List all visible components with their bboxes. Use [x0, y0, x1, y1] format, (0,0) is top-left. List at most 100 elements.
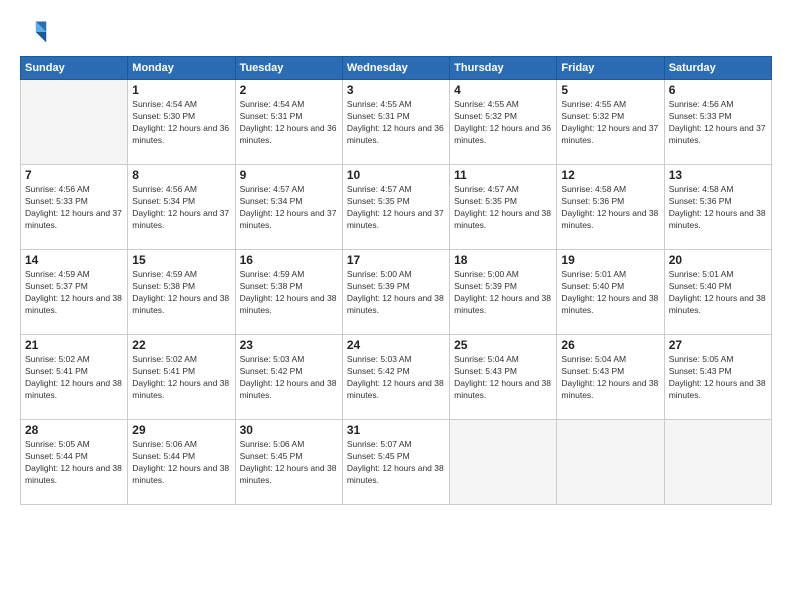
- calendar-cell: 19 Sunrise: 5:01 AMSunset: 5:40 PMDayligh…: [557, 250, 664, 335]
- calendar-cell: 2 Sunrise: 4:54 AMSunset: 5:31 PMDaylight…: [235, 80, 342, 165]
- day-info: Sunrise: 5:06 AMSunset: 5:44 PMDaylight:…: [132, 439, 230, 487]
- day-info: Sunrise: 5:07 AMSunset: 5:45 PMDaylight:…: [347, 439, 445, 487]
- calendar-cell: [21, 80, 128, 165]
- day-number: 14: [25, 253, 123, 267]
- day-number: 3: [347, 83, 445, 97]
- day-number: 25: [454, 338, 552, 352]
- day-number: 10: [347, 168, 445, 182]
- day-info: Sunrise: 4:56 AMSunset: 5:34 PMDaylight:…: [132, 184, 230, 232]
- day-number: 9: [240, 168, 338, 182]
- day-number: 26: [561, 338, 659, 352]
- calendar-cell: 23 Sunrise: 5:03 AMSunset: 5:42 PMDayligh…: [235, 335, 342, 420]
- page: SundayMondayTuesdayWednesdayThursdayFrid…: [0, 0, 792, 612]
- calendar-cell: 29 Sunrise: 5:06 AMSunset: 5:44 PMDayligh…: [128, 420, 235, 505]
- day-number: 13: [669, 168, 767, 182]
- day-number: 5: [561, 83, 659, 97]
- calendar-cell: 11 Sunrise: 4:57 AMSunset: 5:35 PMDayligh…: [450, 165, 557, 250]
- week-row-4: 21 Sunrise: 5:02 AMSunset: 5:41 PMDayligh…: [21, 335, 772, 420]
- day-number: 6: [669, 83, 767, 97]
- day-info: Sunrise: 4:55 AMSunset: 5:32 PMDaylight:…: [454, 99, 552, 147]
- day-info: Sunrise: 5:05 AMSunset: 5:43 PMDaylight:…: [669, 354, 767, 402]
- day-number: 27: [669, 338, 767, 352]
- day-info: Sunrise: 4:54 AMSunset: 5:31 PMDaylight:…: [240, 99, 338, 147]
- day-info: Sunrise: 5:02 AMSunset: 5:41 PMDaylight:…: [132, 354, 230, 402]
- day-info: Sunrise: 4:59 AMSunset: 5:38 PMDaylight:…: [132, 269, 230, 317]
- day-info: Sunrise: 5:05 AMSunset: 5:44 PMDaylight:…: [25, 439, 123, 487]
- calendar-cell: 17 Sunrise: 5:00 AMSunset: 5:39 PMDayligh…: [342, 250, 449, 335]
- calendar-cell: 18Sunrise: 5:00 AMSunset: 5:39 PMDayligh…: [450, 250, 557, 335]
- day-number: 22: [132, 338, 230, 352]
- weekday-header-saturday: Saturday: [664, 57, 771, 80]
- header: [20, 18, 772, 46]
- weekday-header-thursday: Thursday: [450, 57, 557, 80]
- day-info: Sunrise: 4:58 AMSunset: 5:36 PMDaylight:…: [669, 184, 767, 232]
- day-number: 24: [347, 338, 445, 352]
- day-info: Sunrise: 5:04 AMSunset: 5:43 PMDaylight:…: [561, 354, 659, 402]
- calendar-cell: 20Sunrise: 5:01 AMSunset: 5:40 PMDayligh…: [664, 250, 771, 335]
- calendar-cell: 25 Sunrise: 5:04 AMSunset: 5:43 PMDayligh…: [450, 335, 557, 420]
- day-number: 21: [25, 338, 123, 352]
- calendar-cell: [557, 420, 664, 505]
- day-number: 31: [347, 423, 445, 437]
- day-number: 11: [454, 168, 552, 182]
- day-info: Sunrise: 5:01 AMSunset: 5:40 PMDaylight:…: [561, 269, 659, 317]
- day-info: Sunrise: 4:57 AMSunset: 5:35 PMDaylight:…: [347, 184, 445, 232]
- day-number: 4: [454, 83, 552, 97]
- day-number: 19: [561, 253, 659, 267]
- calendar-cell: 15 Sunrise: 4:59 AMSunset: 5:38 PMDayligh…: [128, 250, 235, 335]
- day-info: Sunrise: 4:58 AMSunset: 5:36 PMDaylight:…: [561, 184, 659, 232]
- calendar-cell: 27 Sunrise: 5:05 AMSunset: 5:43 PMDayligh…: [664, 335, 771, 420]
- day-info: Sunrise: 5:00 AMSunset: 5:39 PMDaylight:…: [347, 269, 445, 317]
- day-number: 29: [132, 423, 230, 437]
- calendar-cell: 31 Sunrise: 5:07 AMSunset: 5:45 PMDayligh…: [342, 420, 449, 505]
- day-number: 8: [132, 168, 230, 182]
- weekday-header-monday: Monday: [128, 57, 235, 80]
- weekday-header-wednesday: Wednesday: [342, 57, 449, 80]
- day-number: 23: [240, 338, 338, 352]
- week-row-1: 1Sunrise: 4:54 AMSunset: 5:30 PMDaylight…: [21, 80, 772, 165]
- calendar-cell: 26 Sunrise: 5:04 AMSunset: 5:43 PMDayligh…: [557, 335, 664, 420]
- day-number: 17: [347, 253, 445, 267]
- day-info: Sunrise: 4:57 AMSunset: 5:35 PMDaylight:…: [454, 184, 552, 232]
- logo-icon: [20, 18, 48, 46]
- calendar-cell: 28Sunrise: 5:05 AMSunset: 5:44 PMDayligh…: [21, 420, 128, 505]
- day-number: 2: [240, 83, 338, 97]
- calendar-cell: 1Sunrise: 4:54 AMSunset: 5:30 PMDaylight…: [128, 80, 235, 165]
- calendar-cell: 3Sunrise: 4:55 AMSunset: 5:31 PMDaylight…: [342, 80, 449, 165]
- logo: [20, 18, 52, 46]
- calendar-table: SundayMondayTuesdayWednesdayThursdayFrid…: [20, 56, 772, 505]
- calendar-cell: 22 Sunrise: 5:02 AMSunset: 5:41 PMDayligh…: [128, 335, 235, 420]
- calendar-cell: 9 Sunrise: 4:57 AMSunset: 5:34 PMDaylight…: [235, 165, 342, 250]
- week-row-2: 7Sunrise: 4:56 AMSunset: 5:33 PMDaylight…: [21, 165, 772, 250]
- calendar-cell: 21 Sunrise: 5:02 AMSunset: 5:41 PMDayligh…: [21, 335, 128, 420]
- weekday-header-sunday: Sunday: [21, 57, 128, 80]
- calendar-cell: 13 Sunrise: 4:58 AMSunset: 5:36 PMDayligh…: [664, 165, 771, 250]
- weekday-header-friday: Friday: [557, 57, 664, 80]
- calendar-cell: 30 Sunrise: 5:06 AMSunset: 5:45 PMDayligh…: [235, 420, 342, 505]
- day-info: Sunrise: 5:06 AMSunset: 5:45 PMDaylight:…: [240, 439, 338, 487]
- day-number: 30: [240, 423, 338, 437]
- day-info: Sunrise: 4:57 AMSunset: 5:34 PMDaylight:…: [240, 184, 338, 232]
- day-number: 12: [561, 168, 659, 182]
- day-info: Sunrise: 5:03 AMSunset: 5:42 PMDaylight:…: [347, 354, 445, 402]
- week-row-5: 28Sunrise: 5:05 AMSunset: 5:44 PMDayligh…: [21, 420, 772, 505]
- day-info: Sunrise: 4:59 AMSunset: 5:37 PMDaylight:…: [25, 269, 123, 317]
- day-info: Sunrise: 5:02 AMSunset: 5:41 PMDaylight:…: [25, 354, 123, 402]
- day-info: Sunrise: 5:04 AMSunset: 5:43 PMDaylight:…: [454, 354, 552, 402]
- calendar-cell: 24 Sunrise: 5:03 AMSunset: 5:42 PMDayligh…: [342, 335, 449, 420]
- calendar-cell: 7Sunrise: 4:56 AMSunset: 5:33 PMDaylight…: [21, 165, 128, 250]
- calendar-cell: 5 Sunrise: 4:55 AMSunset: 5:32 PMDaylight…: [557, 80, 664, 165]
- calendar-cell: [450, 420, 557, 505]
- day-number: 18: [454, 253, 552, 267]
- day-info: Sunrise: 5:03 AMSunset: 5:42 PMDaylight:…: [240, 354, 338, 402]
- calendar-cell: 14 Sunrise: 4:59 AMSunset: 5:37 PMDayligh…: [21, 250, 128, 335]
- calendar-cell: [664, 420, 771, 505]
- week-row-3: 14 Sunrise: 4:59 AMSunset: 5:37 PMDayligh…: [21, 250, 772, 335]
- calendar-cell: 12 Sunrise: 4:58 AMSunset: 5:36 PMDayligh…: [557, 165, 664, 250]
- calendar-header-row: SundayMondayTuesdayWednesdayThursdayFrid…: [21, 57, 772, 80]
- day-number: 15: [132, 253, 230, 267]
- day-info: Sunrise: 4:55 AMSunset: 5:32 PMDaylight:…: [561, 99, 659, 147]
- day-number: 7: [25, 168, 123, 182]
- day-info: Sunrise: 4:54 AMSunset: 5:30 PMDaylight:…: [132, 99, 230, 147]
- day-info: Sunrise: 5:01 AMSunset: 5:40 PMDaylight:…: [669, 269, 767, 317]
